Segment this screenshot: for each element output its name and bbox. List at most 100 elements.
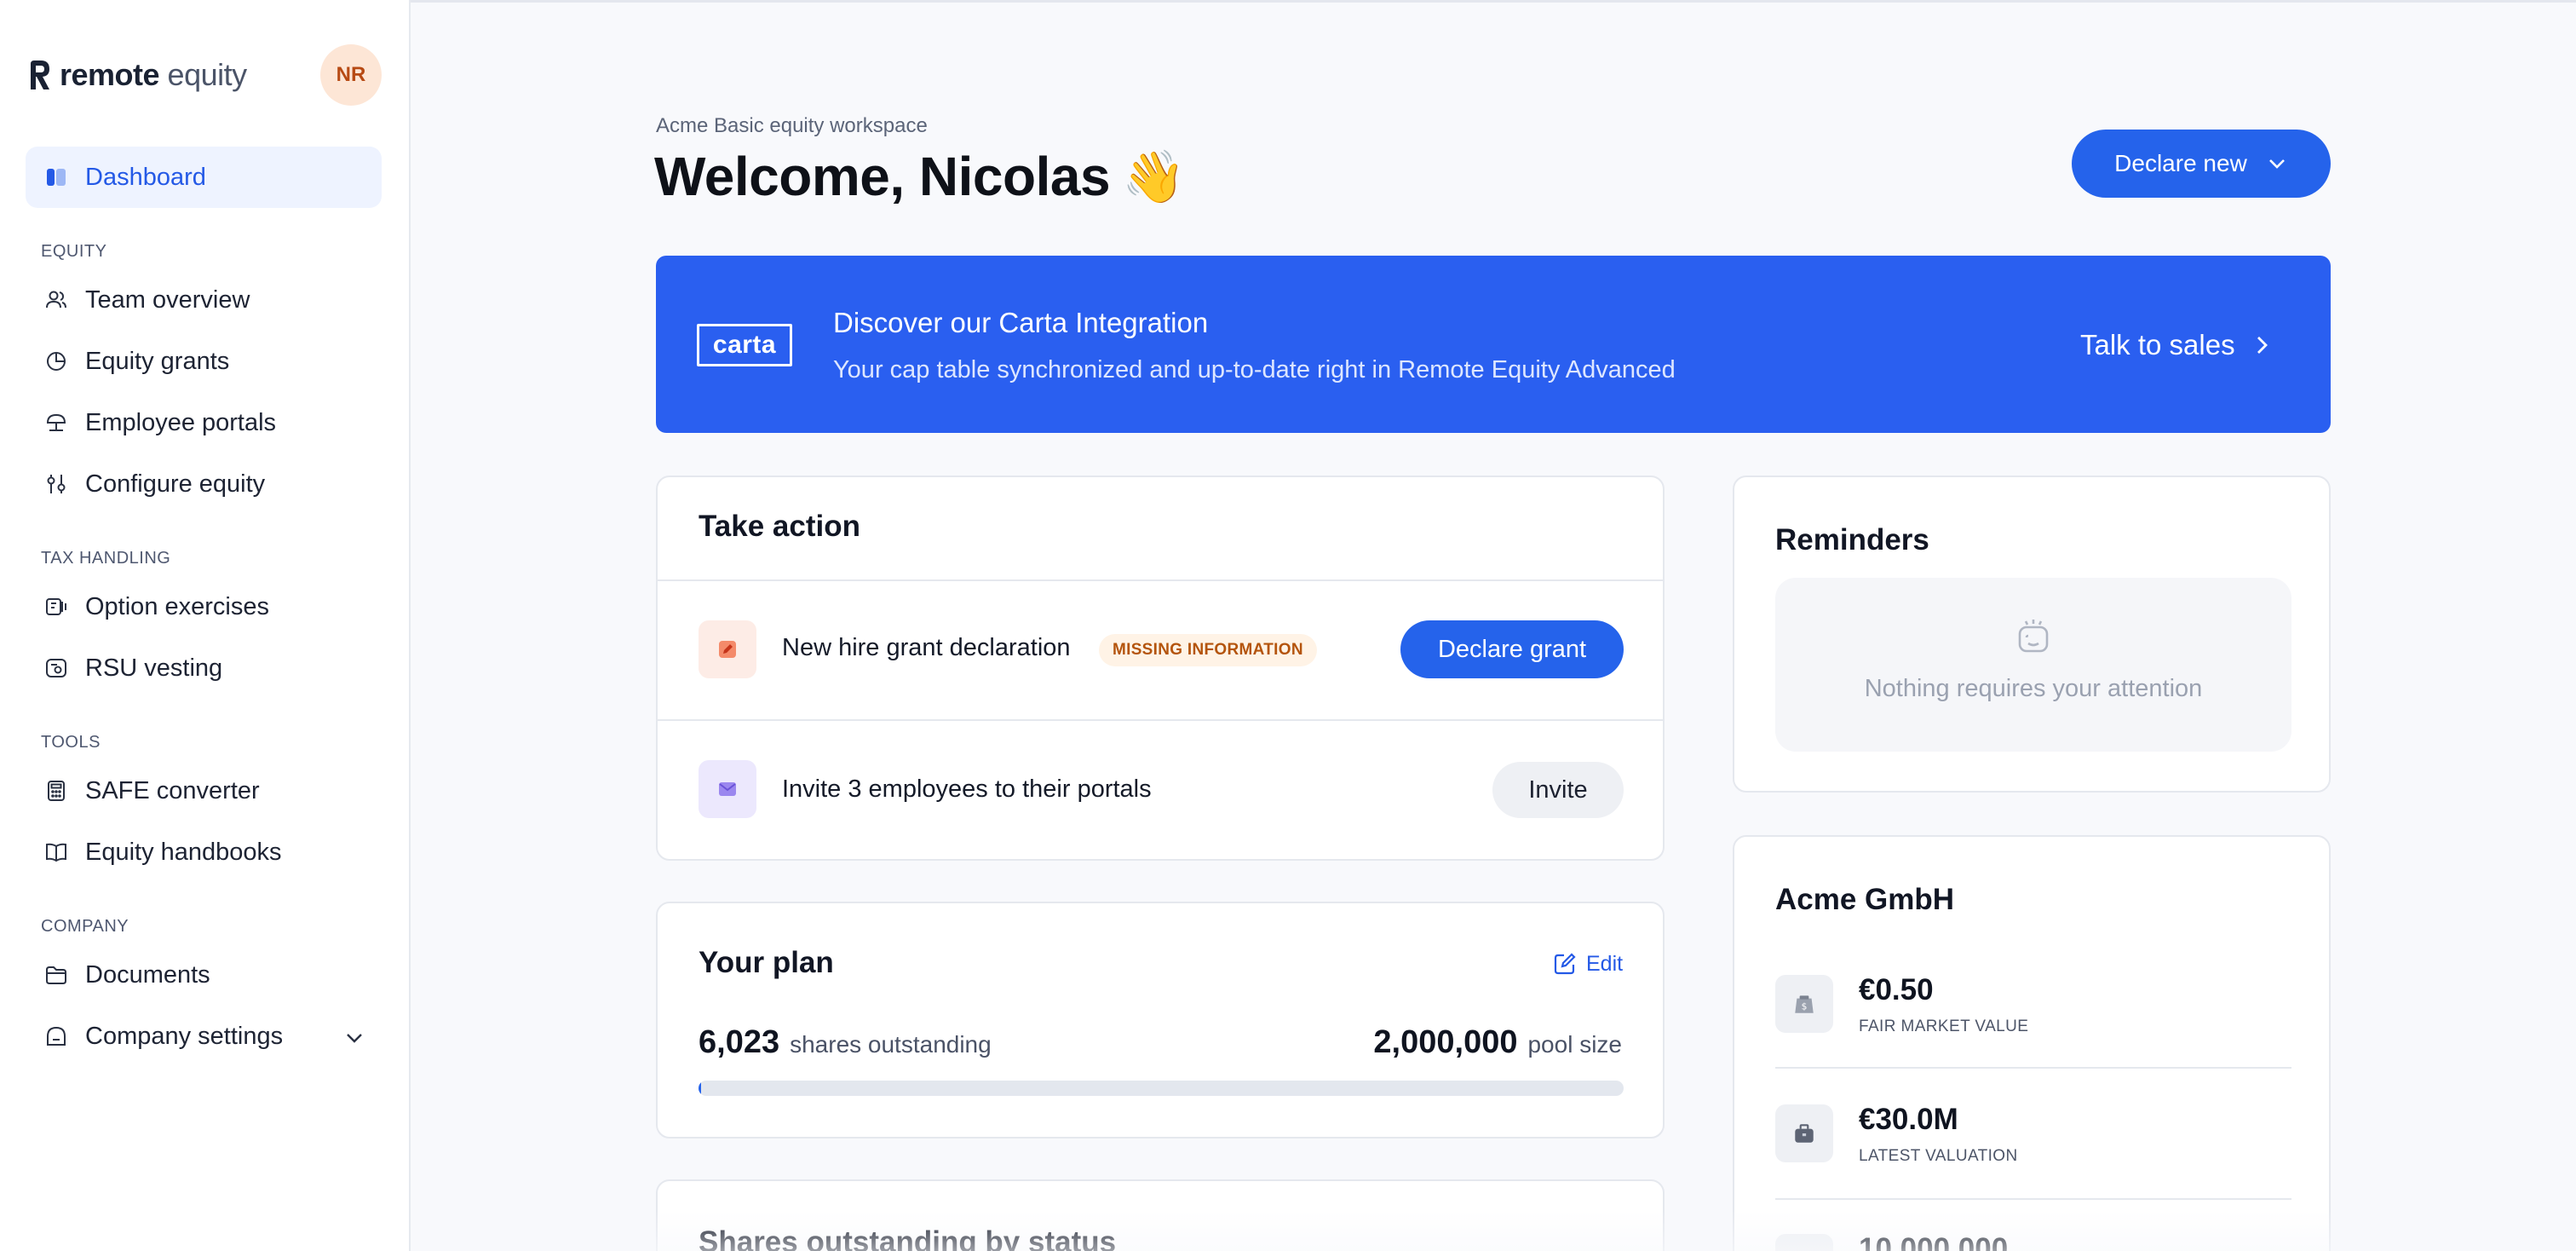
section-company: COMPANY	[41, 917, 129, 936]
carta-banner: carta Discover our Carta Integration You…	[656, 256, 2331, 433]
sidebar-item-label: Equity handbooks	[85, 838, 282, 866]
sidebar-item-option-exercises[interactable]: Option exercises	[26, 576, 382, 637]
pool-size-stat: 2,000,000 pool size	[1373, 1024, 1622, 1061]
shares-outstanding-label: shares outstanding	[790, 1031, 992, 1058]
coin-card-icon	[46, 659, 66, 677]
envelope-icon	[699, 760, 756, 818]
declare-new-label: Declare new	[2114, 150, 2247, 176]
sidebar-item-rsu-vesting[interactable]: RSU vesting	[26, 637, 382, 699]
sidebar-item-documents[interactable]: Documents	[26, 944, 382, 1006]
sidebar-item-dashboard[interactable]: Dashboard	[26, 147, 382, 208]
briefcase-icon	[1775, 1104, 1833, 1162]
chevron-down-icon[interactable]	[342, 1026, 366, 1050]
declare-new-button[interactable]: Declare new	[2072, 130, 2331, 198]
new-hire-grant-text: New hire grant declaration	[782, 634, 1071, 661]
svg-text:$: $	[1802, 1000, 1808, 1012]
pool-size-label: pool size	[1527, 1031, 1622, 1058]
company-name: Acme GmbH	[1775, 883, 1955, 916]
sidebar-item-label: Dashboard	[85, 163, 206, 191]
book-icon	[46, 843, 66, 862]
sidebar-item-label: RSU vesting	[85, 654, 223, 682]
sidebar-item-label: Company settings	[85, 1022, 284, 1050]
sidebar-item-team-overview[interactable]: Team overview	[26, 269, 382, 331]
people-icon	[46, 291, 66, 308]
user-avatar[interactable]: NR	[320, 44, 382, 106]
calculator-icon	[48, 781, 65, 801]
sidebar-item-label: Option exercises	[85, 592, 269, 620]
take-action-card: Take action New hire grant declaration M…	[656, 476, 1665, 861]
folder-icon	[46, 966, 66, 984]
section-equity: EQUITY	[41, 242, 107, 261]
sidebar-item-label: Configure equity	[85, 470, 266, 498]
sidebar-item-label: Documents	[85, 960, 210, 989]
latest-valuation: €30.0M	[1859, 1103, 1958, 1136]
sidebar-item-label: SAFE converter	[85, 776, 260, 804]
building-icon	[47, 1026, 66, 1046]
sidebar-item-safe-converter[interactable]: SAFE converter	[26, 760, 382, 822]
pie-chart-icon	[47, 352, 66, 371]
missing-information-badge: MISSING INFORMATION	[1099, 634, 1317, 666]
declare-grant-button[interactable]: Declare grant	[1400, 620, 1624, 678]
page-title: Welcome, Nicolas 👋	[654, 145, 1186, 208]
invite-employees-text: Invite 3 employees to their portals	[782, 775, 1152, 803]
shares-icon	[1775, 1234, 1833, 1251]
umbrella-icon	[46, 413, 66, 431]
edit-label: Edit	[1586, 951, 1624, 976]
section-tools: TOOLS	[41, 733, 101, 752]
edit-icon	[1554, 953, 1576, 975]
sidebar-item-label: Equity grants	[85, 347, 230, 375]
sidebar-item-label: Employee portals	[85, 408, 277, 436]
reminders-empty-state: Nothing requires your attention	[1775, 578, 2291, 752]
remote-logo-icon	[31, 61, 49, 89]
total-shares-value: 10,000,000	[1859, 1232, 2009, 1251]
money-bag-icon: $	[1775, 975, 1833, 1033]
shares-outstanding-stat: 6,023 shares outstanding	[699, 1024, 992, 1061]
brand-logo[interactable]: remote equity	[27, 55, 247, 95]
sidebar-item-label: Team overview	[85, 285, 250, 314]
fair-market-value-label: FAIR MARKET VALUE	[1859, 1018, 2029, 1035]
shares-status-title: Shares outstanding by status	[699, 1225, 1117, 1251]
reminders-empty-text: Nothing requires your attention	[1864, 675, 2203, 702]
pool-usage-progress-bar	[699, 1081, 1624, 1096]
sidebar: remote equity NR Dashboard EQUITY Team o…	[0, 0, 411, 1251]
sliders-icon	[47, 475, 66, 493]
latest-valuation-label: LATEST VALUATION	[1859, 1147, 2018, 1165]
divider	[658, 719, 1663, 721]
banner-subtitle: Your cap table synchronized and up-to-da…	[833, 356, 1676, 383]
wave-emoji: 👋	[1122, 147, 1186, 205]
your-plan-title: Your plan	[699, 946, 834, 979]
banner-title: Discover our Carta Integration	[833, 307, 1209, 338]
inbox-smile-icon	[2018, 620, 2049, 653]
sidebar-item-equity-handbooks[interactable]: Equity handbooks	[26, 822, 382, 883]
welcome-text: Welcome, Nicolas	[654, 146, 1111, 207]
sidebar-item-company-settings[interactable]: Company settings	[26, 1006, 382, 1067]
sidebar-item-configure-equity[interactable]: Configure equity	[26, 453, 382, 515]
divider	[1775, 1198, 2291, 1200]
talk-to-sales-link[interactable]: Talk to sales	[2080, 329, 2273, 361]
talk-to-sales-label: Talk to sales	[2080, 329, 2235, 360]
edit-pencil-icon	[699, 620, 756, 678]
company-card: Acme GmbH $ €0.50 FAIR MARKET VALUE €30.…	[1733, 835, 2331, 1251]
shares-outstanding-value: 6,023	[699, 1024, 780, 1060]
pool-usage-progress-fill	[699, 1081, 702, 1096]
carta-logo: carta	[697, 324, 792, 366]
receipt-icon	[46, 598, 66, 615]
edit-plan-link[interactable]: Edit	[1552, 951, 1623, 977]
brand-name: remote equity	[60, 57, 247, 92]
sidebar-item-employee-portals[interactable]: Employee portals	[26, 392, 382, 453]
sidebar-item-equity-grants[interactable]: Equity grants	[26, 331, 382, 392]
your-plan-card: Your plan Edit 6,023 shares outstanding …	[656, 902, 1665, 1139]
divider	[658, 579, 1663, 581]
workspace-name: Acme Basic equity workspace	[656, 114, 928, 137]
reminders-title: Reminders	[1775, 523, 1929, 556]
dashboard-icon	[47, 169, 66, 186]
reminders-card: Reminders Nothing requires your attentio…	[1733, 476, 2331, 793]
pool-size-value: 2,000,000	[1373, 1024, 1518, 1060]
section-tax-handling: TAX HANDLING	[41, 549, 171, 568]
chevron-down-icon	[2268, 159, 2285, 169]
invite-button[interactable]: Invite	[1492, 762, 1624, 818]
chevron-right-icon	[2257, 337, 2268, 354]
fair-market-value: €0.50	[1859, 973, 1934, 1006]
take-action-title: Take action	[699, 510, 860, 543]
divider	[1775, 1067, 2291, 1069]
